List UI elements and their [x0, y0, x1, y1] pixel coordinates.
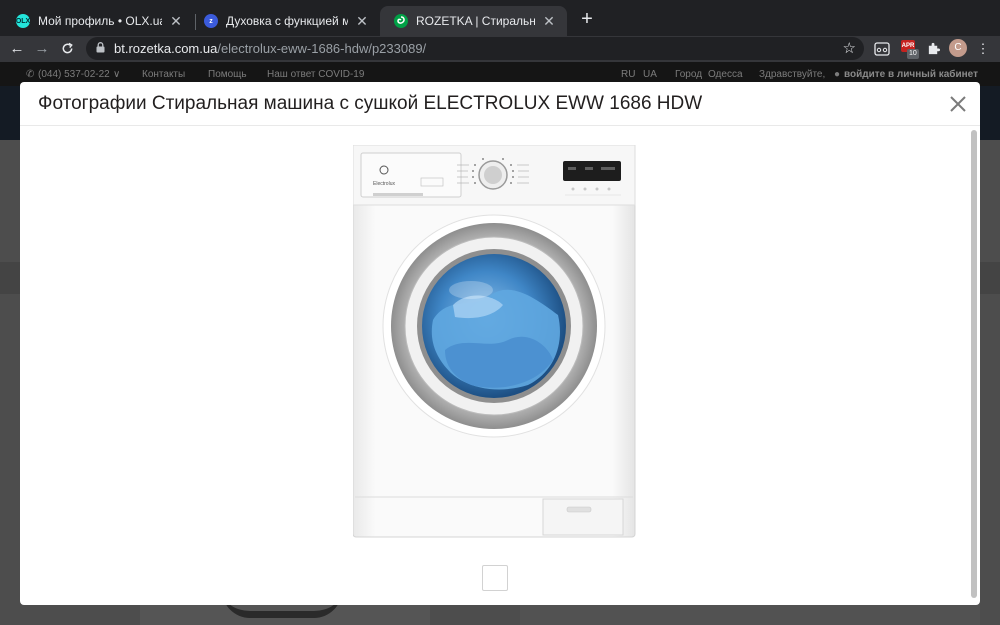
- reader-mode-icon[interactable]: [872, 39, 892, 59]
- close-tab-icon[interactable]: ✕: [354, 13, 370, 30]
- modal-header: Фотографии Стиральная машина с сушкой EL…: [20, 82, 980, 126]
- product-photo-washing-machine: Electrolux: [353, 145, 636, 538]
- photo-modal: Фотографии Стиральная машина с сушкой EL…: [20, 82, 980, 605]
- lang-ru[interactable]: RU: [621, 69, 635, 80]
- brand-logo-text: Electrolux: [373, 181, 395, 187]
- chevron-down-icon[interactable]: ∨: [113, 69, 120, 80]
- browser-tabstrip: OLX Мой профиль • OLX.ua ✕ z Духовка с ф…: [0, 0, 1000, 36]
- rozetka-favicon-icon: [394, 14, 408, 28]
- extensions-puzzle-icon[interactable]: [923, 39, 943, 59]
- olx-favicon-icon: OLX: [16, 14, 30, 28]
- modal-title: Фотографии Стиральная машина с сушкой EL…: [38, 93, 703, 114]
- scrollbar-thumb[interactable]: [971, 130, 977, 598]
- user-icon: ●: [834, 69, 841, 80]
- forward-arrow-icon[interactable]: →: [32, 39, 52, 59]
- close-tab-icon[interactable]: ✕: [168, 13, 184, 30]
- phone-icon: ✆: [26, 69, 35, 80]
- close-icon[interactable]: [946, 92, 970, 116]
- back-arrow-icon[interactable]: ←: [7, 39, 27, 59]
- city-label: Город: [675, 69, 703, 80]
- url-host: bt.rozetka.com.ua: [114, 41, 218, 56]
- new-tab-plus-icon[interactable]: +: [576, 9, 598, 29]
- login-link[interactable]: войдите в личный кабинет: [844, 69, 978, 80]
- bookmark-star-icon[interactable]: ☆: [843, 39, 856, 57]
- extension-badge: 10: [907, 49, 919, 59]
- zakaz-favicon-icon: z: [204, 14, 218, 28]
- help-link[interactable]: Помощь: [208, 69, 247, 80]
- url-path: /electrolux-eww-1686-hdw/p233089/: [217, 41, 427, 56]
- browser-tab-olx[interactable]: OLX Мой профиль • OLX.ua ✕: [2, 6, 194, 36]
- profile-avatar[interactable]: C: [949, 39, 967, 57]
- browser-tab-rozetka[interactable]: ROZETKA | Стиральная маши ✕: [380, 6, 567, 36]
- photo-thumbnail[interactable]: [482, 565, 508, 591]
- reload-icon[interactable]: [57, 39, 77, 59]
- lock-icon: [96, 41, 105, 56]
- browser-toolbar: ← → bt.rozetka.com.ua/electrolux-eww-168…: [0, 36, 1000, 62]
- modal-scrollbar[interactable]: [968, 126, 980, 605]
- covid-link[interactable]: Наш ответ COVID-19: [267, 69, 364, 80]
- browser-tab-zakaz[interactable]: z Духовка с функцией микрово ✕: [190, 6, 380, 36]
- city-link[interactable]: Одесса: [708, 69, 743, 80]
- close-tab-icon[interactable]: ✕: [541, 13, 557, 30]
- tab-title: Мой профиль • OLX.ua: [38, 14, 162, 28]
- tab-title: ROZETKA | Стиральная маши: [416, 14, 535, 28]
- greeting-text: Здравствуйте,: [759, 69, 826, 80]
- site-phone[interactable]: (044) 537-02-22: [38, 69, 110, 80]
- lang-ua[interactable]: UA: [643, 69, 657, 80]
- contacts-link[interactable]: Контакты: [142, 69, 185, 80]
- tab-title: Духовка с функцией микрово: [226, 14, 348, 28]
- menu-kebab-icon[interactable]: ⋮: [973, 39, 993, 59]
- address-bar[interactable]: bt.rozetka.com.ua/electrolux-eww-1686-hd…: [86, 37, 864, 60]
